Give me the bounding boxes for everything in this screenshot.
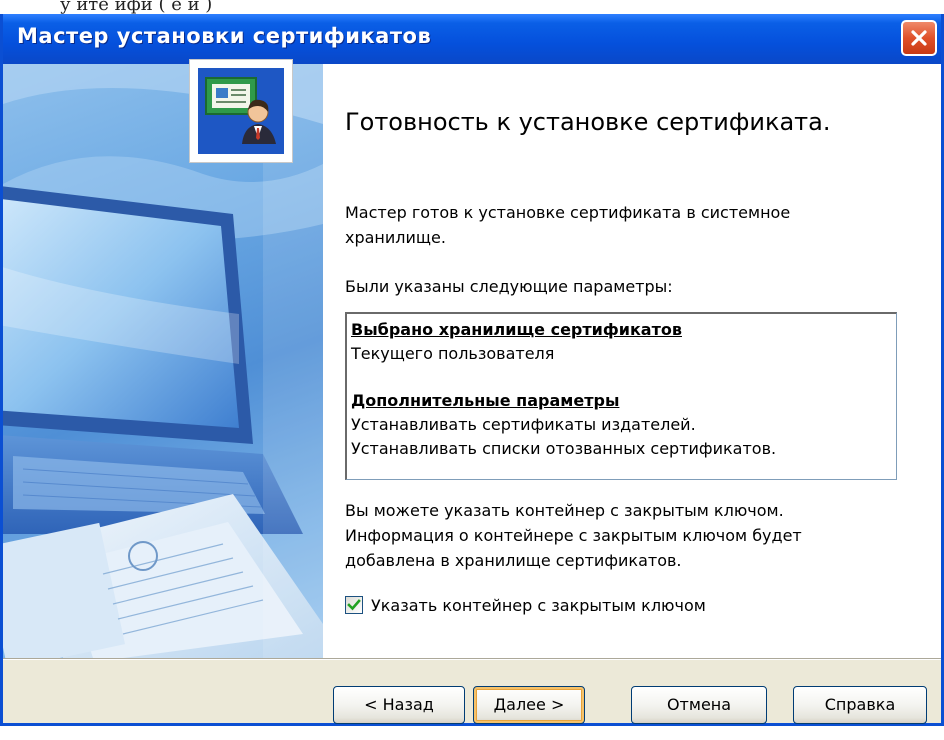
titlebar: Мастер установки сертификатов [3, 14, 941, 64]
wizard-content: Готовность к установке сертификата. Маст… [323, 64, 941, 658]
certificate-user-icon [198, 68, 284, 154]
store-section-value: Текущего пользователя [351, 344, 555, 363]
close-icon [911, 30, 927, 46]
close-button[interactable] [901, 20, 937, 56]
specify-container-checkbox[interactable] [345, 596, 363, 614]
page-heading: Готовность к установке сертификата. [345, 108, 831, 136]
options-line-publishers: Устанавливать сертификаты издателей. [351, 415, 696, 434]
next-button[interactable]: Далее > [473, 686, 585, 724]
specify-container-label[interactable]: Указать контейнер с закрытым ключом [371, 594, 706, 618]
page-top-strip: у ите ифи ( е и ) [0, 0, 944, 14]
certificate-icon-frame [189, 59, 293, 163]
back-button[interactable]: < Назад [333, 686, 465, 724]
help-button[interactable]: Справка [793, 686, 927, 724]
check-icon [347, 599, 361, 611]
page-bottom-strip [0, 726, 944, 740]
params-label: Были указаны следующие параметры: [345, 277, 673, 296]
parameters-list-box[interactable]: Выбрано хранилище сертификатов Текущего … [345, 312, 897, 480]
options-line-crl: Устанавливать списки отозванных сертифик… [351, 439, 777, 458]
container-info-text: Вы можете указать контейнер с закрытым к… [345, 501, 802, 570]
bottom-separator [3, 658, 941, 660]
cancel-button[interactable]: Отмена [631, 686, 767, 724]
store-section-title: Выбрано хранилище сертификатов [351, 320, 682, 339]
certificate-import-wizard-window: Мастер установки сертификатов Готовность… [0, 14, 944, 726]
window-title: Мастер установки сертификатов [17, 24, 432, 48]
page-strip-text: у ите ифи ( е и ) [60, 0, 213, 14]
intro-text: Мастер готов к установке сертификата в с… [345, 203, 791, 247]
options-section-title: Дополнительные параметры [351, 391, 620, 410]
